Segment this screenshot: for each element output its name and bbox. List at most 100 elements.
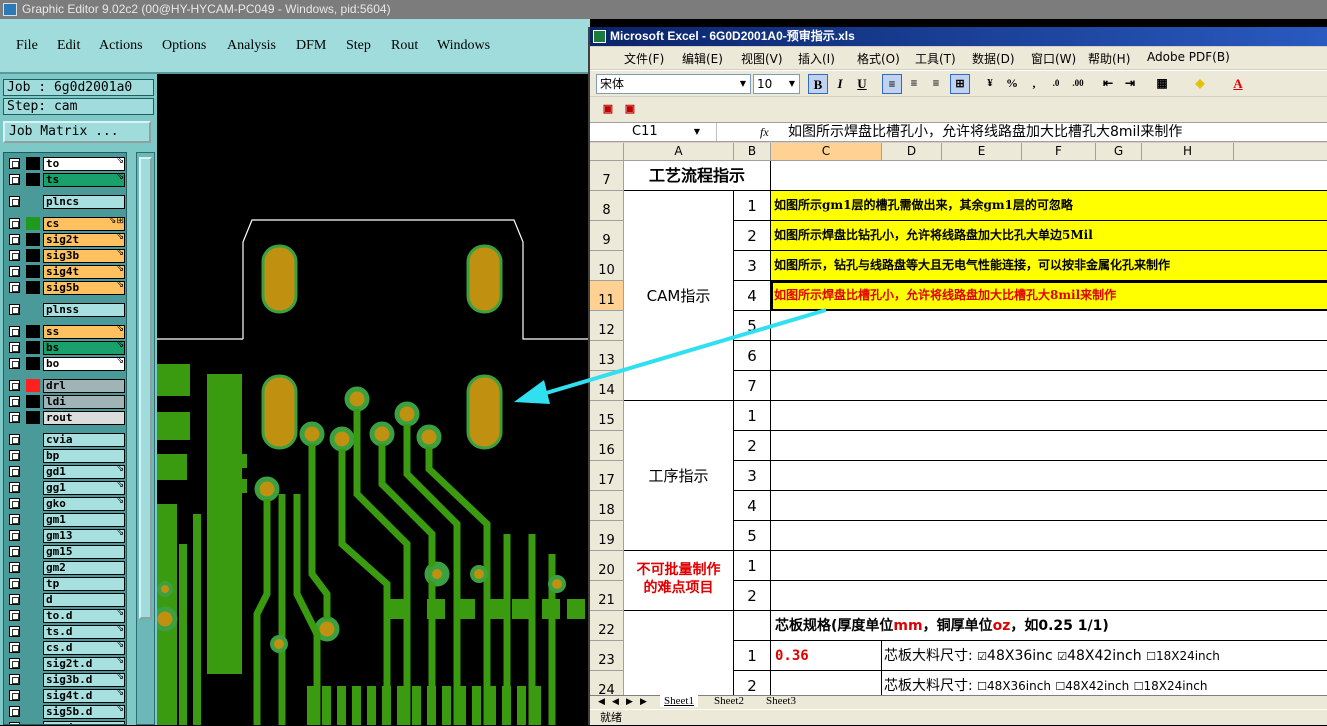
layer-name[interactable]: plncs bbox=[43, 195, 125, 209]
row-header-8[interactable]: 8 bbox=[590, 191, 624, 221]
item-number[interactable]: 5 bbox=[734, 521, 771, 551]
layer-name[interactable]: gko bbox=[43, 497, 125, 511]
menu-xl-tools[interactable]: 工具(T) bbox=[915, 50, 956, 67]
layer-visibility-checkbox[interactable] bbox=[9, 304, 20, 315]
row-header-19[interactable]: 19 bbox=[590, 521, 624, 551]
layer-row-sig3b[interactable]: sig3b ⇘ bbox=[6, 248, 126, 263]
layer-row-cvia[interactable]: cvia bbox=[6, 432, 126, 447]
layer-row-gm1[interactable]: gm1 bbox=[6, 512, 126, 527]
layer-visibility-checkbox[interactable] bbox=[9, 266, 20, 277]
cell-process-flow-header[interactable]: 工艺流程指示 bbox=[624, 161, 771, 191]
cam-instruction-7[interactable] bbox=[771, 371, 1327, 401]
layer-name[interactable]: sig3b.d bbox=[43, 673, 125, 687]
tab-sheet2[interactable]: Sheet2 bbox=[710, 695, 748, 707]
layer-row-gd1[interactable]: gd1 ⇘ bbox=[6, 464, 126, 479]
layer-color-swatch[interactable] bbox=[26, 379, 40, 392]
layer-name[interactable]: ts bbox=[43, 173, 125, 187]
core-size-options-1[interactable]: 芯板大料尺寸: ☑48X36inc ☑48X42inch ☐18X24inch bbox=[882, 641, 1327, 671]
layer-color-swatch[interactable] bbox=[26, 173, 40, 186]
layer-name[interactable]: bo bbox=[43, 357, 125, 371]
layer-color-swatch[interactable] bbox=[26, 265, 40, 278]
layer-row-cs-d[interactable]: cs.d ⇘ bbox=[6, 640, 126, 655]
layer-visibility-checkbox[interactable] bbox=[9, 594, 20, 605]
checkbox-empty-icon[interactable]: ☐ bbox=[1134, 680, 1144, 693]
layer-visibility-checkbox[interactable] bbox=[9, 358, 20, 369]
layer-name[interactable]: gm2 bbox=[43, 561, 125, 575]
layer-name[interactable]: ss.d bbox=[43, 721, 125, 724]
item-number[interactable]: 1 bbox=[734, 191, 771, 221]
layer-name[interactable]: drl bbox=[43, 379, 125, 393]
core-thickness-value-2[interactable] bbox=[771, 671, 882, 695]
layer-visibility-checkbox[interactable] bbox=[9, 250, 20, 261]
layer-name[interactable]: sig3b bbox=[43, 249, 125, 263]
layer-row-drl[interactable]: drl bbox=[6, 378, 126, 393]
italic-button[interactable]: I bbox=[830, 74, 850, 94]
column-header-g[interactable]: G bbox=[1096, 143, 1142, 161]
layer-row-to[interactable]: to ⇘ bbox=[6, 156, 126, 171]
cell-hard-items-label[interactable]: 不可批量制作 的难点项目 bbox=[624, 551, 734, 611]
layer-row-bs[interactable]: bs ⇘ bbox=[6, 340, 126, 355]
align-right-icon[interactable]: ≡ bbox=[926, 74, 946, 94]
layer-visibility-checkbox[interactable] bbox=[9, 658, 20, 669]
layer-visibility-checkbox[interactable] bbox=[9, 380, 20, 391]
row-header-18[interactable]: 18 bbox=[590, 491, 624, 521]
layer-name[interactable]: gm1 bbox=[43, 513, 125, 527]
pdf-convert-icon[interactable]: ▣ bbox=[598, 100, 618, 120]
layer-row-sig3b-d[interactable]: sig3b.d ⇘ bbox=[6, 672, 126, 687]
layer-visibility-checkbox[interactable] bbox=[9, 342, 20, 353]
increase-indent-icon[interactable]: ⇥ bbox=[1120, 74, 1140, 94]
cam-instruction-5[interactable] bbox=[771, 311, 1327, 341]
column-header-e[interactable]: E bbox=[942, 143, 1022, 161]
row-header-24[interactable]: 24 bbox=[590, 671, 624, 695]
process-instruction-3[interactable] bbox=[771, 461, 1327, 491]
layer-color-swatch[interactable] bbox=[26, 395, 40, 408]
layer-name[interactable]: bp bbox=[43, 449, 125, 463]
checkbox-checked-icon[interactable]: ☑ bbox=[1057, 650, 1067, 663]
layer-row-ldi[interactable]: ldi bbox=[6, 394, 126, 409]
layer-color-swatch[interactable] bbox=[26, 233, 40, 246]
cell-r7-rest[interactable] bbox=[771, 161, 1327, 191]
decrease-indent-icon[interactable]: ⇤ bbox=[1098, 74, 1118, 94]
menu-options[interactable]: Options bbox=[162, 38, 206, 54]
process-instruction-2[interactable] bbox=[771, 431, 1327, 461]
layer-row-sig2t[interactable]: sig2t ⇘ bbox=[6, 232, 126, 247]
layer-row-ts[interactable]: ts ⇘ bbox=[6, 172, 126, 187]
layer-color-swatch[interactable] bbox=[26, 325, 40, 338]
layer-name[interactable]: to bbox=[43, 157, 125, 171]
layer-row-gm15[interactable]: gm15 bbox=[6, 544, 126, 559]
formula-input[interactable]: 如图所示焊盘比槽孔小，允许将线路盘加大比槽孔大8mil来制作 bbox=[788, 123, 1327, 141]
layer-row-sig5b[interactable]: sig5b ⇘ bbox=[6, 280, 126, 295]
tab-nav-first-icon[interactable]: ◀ bbox=[598, 696, 605, 707]
layer-name[interactable]: gg1 bbox=[43, 481, 125, 495]
layer-visibility-checkbox[interactable] bbox=[9, 690, 20, 701]
layer-row-plnss[interactable]: plnss bbox=[6, 302, 126, 317]
borders-icon[interactable]: ▦ bbox=[1152, 74, 1172, 94]
layer-visibility-checkbox[interactable] bbox=[9, 396, 20, 407]
checkbox-empty-icon[interactable]: ☐ bbox=[1055, 680, 1065, 693]
menu-xl-adobe-pdf[interactable]: Adobe PDF(B) bbox=[1147, 50, 1230, 64]
tab-nav-next-icon[interactable]: ▶ bbox=[626, 696, 633, 707]
layer-row-bo[interactable]: bo ⇘ bbox=[6, 356, 126, 371]
hard-item-2[interactable] bbox=[771, 581, 1327, 611]
layer-row-cs[interactable]: cs ⇘⊞ bbox=[6, 216, 126, 231]
core-thickness-value[interactable]: 0.36 bbox=[771, 641, 882, 671]
menu-file[interactable]: File bbox=[16, 38, 38, 54]
percent-icon[interactable]: % bbox=[1002, 74, 1022, 94]
tab-nav-last-icon[interactable]: ▶ bbox=[640, 696, 647, 707]
menu-xl-view[interactable]: 视图(V) bbox=[741, 50, 783, 67]
font-name-select[interactable]: 宋体 ▼ bbox=[596, 74, 751, 94]
layer-name[interactable]: plnss bbox=[43, 303, 125, 317]
layer-visibility-checkbox[interactable] bbox=[9, 514, 20, 525]
item-number[interactable]: 4 bbox=[734, 491, 771, 521]
scrollbar-thumb[interactable] bbox=[139, 157, 152, 619]
layer-color-swatch[interactable] bbox=[26, 281, 40, 294]
row-header-10[interactable]: 10 bbox=[590, 251, 624, 281]
layer-name[interactable]: tp bbox=[43, 577, 125, 591]
menu-step[interactable]: Step bbox=[346, 38, 371, 54]
core-row-number[interactable]: 1 bbox=[734, 641, 771, 671]
tab-nav-prev-icon[interactable]: ◀ bbox=[612, 696, 619, 707]
core-row-number[interactable]: 2 bbox=[734, 671, 771, 695]
cell-core-block[interactable] bbox=[624, 611, 734, 695]
layer-visibility-checkbox[interactable] bbox=[9, 234, 20, 245]
pdf-mail-icon[interactable]: ▣ bbox=[620, 100, 640, 120]
